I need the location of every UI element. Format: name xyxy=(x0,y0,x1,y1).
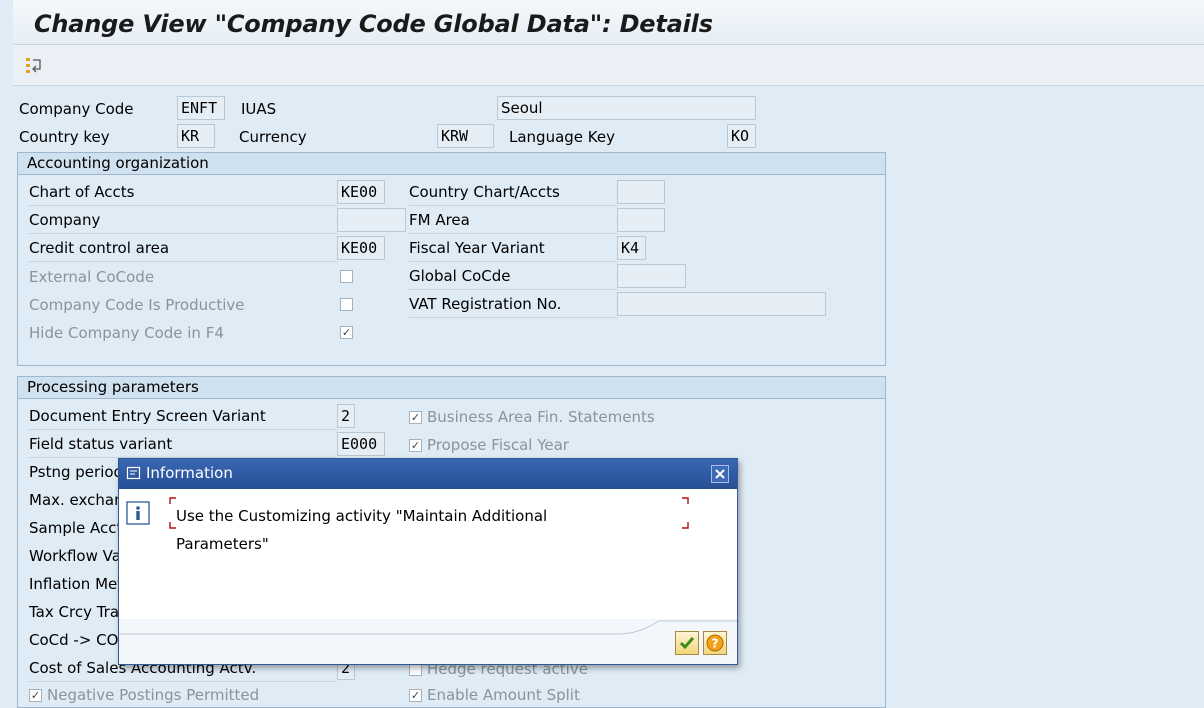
dialog-footer: ? xyxy=(119,619,737,664)
global-cocde-field[interactable] xyxy=(617,264,686,288)
hide-company-code-f4-label: Hide Company Code in F4 xyxy=(29,324,224,342)
country-key-label: Country key xyxy=(19,128,110,146)
page-title: Change View "Company Code Global Data": … xyxy=(34,10,713,38)
vat-registration-label: VAT Registration No. xyxy=(409,295,617,318)
currency-label: Currency xyxy=(239,128,307,146)
vat-registration-field[interactable] xyxy=(617,292,826,316)
company-code-productive-label: Company Code Is Productive xyxy=(29,296,245,314)
credit-control-area-field[interactable]: KE00 xyxy=(337,236,385,260)
language-key-field[interactable]: KO xyxy=(727,124,756,148)
field-status-variant-label: Field status variant xyxy=(29,435,337,458)
country-chart-accts-label: Country Chart/Accts xyxy=(409,183,617,206)
doc-entry-screen-variant-field[interactable]: 2 xyxy=(337,404,355,428)
confirm-button[interactable] xyxy=(675,631,699,655)
country-key-field[interactable]: KR xyxy=(177,124,215,148)
company-label: Company xyxy=(29,211,337,234)
enable-amount-split-label: Enable Amount Split xyxy=(427,686,580,704)
language-key-label: Language Key xyxy=(509,128,615,146)
currency-field[interactable]: KRW xyxy=(437,124,494,148)
fiscal-year-variant-field[interactable]: K4 xyxy=(617,236,646,260)
company-name-text: IUAS xyxy=(241,100,277,118)
chart-of-accts-label: Chart of Accts xyxy=(29,183,337,206)
group-header: Processing parameters xyxy=(18,377,885,399)
workflow-variant-label: Workflow Va xyxy=(29,547,121,565)
city-field[interactable]: Seoul xyxy=(497,96,756,120)
doc-entry-screen-variant-label: Document Entry Screen Variant xyxy=(29,407,337,430)
propose-fiscal-year-label: Propose Fiscal Year xyxy=(427,436,569,454)
fm-area-label: FM Area xyxy=(409,211,617,234)
external-cocode-checkbox[interactable] xyxy=(340,270,353,283)
tax-crcy-translation-label: Tax Crcy Tra xyxy=(29,603,120,621)
dialog-title-bar[interactable]: Information xyxy=(119,459,737,489)
inflation-method-label: Inflation Met xyxy=(29,575,124,593)
external-cocode-label: External CoCode xyxy=(29,268,155,286)
global-cocde-label: Global CoCde xyxy=(409,267,617,290)
help-icon: ? xyxy=(706,634,724,652)
company-code-label: Company Code xyxy=(19,100,134,118)
sample-acct-label: Sample Acct xyxy=(29,519,123,537)
svg-text:?: ? xyxy=(712,637,719,651)
cocd-co-label: CoCd -> CO xyxy=(29,631,119,649)
hide-company-code-f4-checkbox[interactable]: ✓ xyxy=(340,326,353,339)
negative-postings-label: Negative Postings Permitted xyxy=(47,686,260,704)
details-toggle-icon[interactable] xyxy=(25,56,45,76)
checkmark-icon xyxy=(679,637,695,650)
group-title: Processing parameters xyxy=(27,378,199,396)
group-header: Accounting organization xyxy=(18,153,885,175)
country-chart-accts-field[interactable] xyxy=(617,180,665,204)
business-area-checkbox[interactable]: ✓ xyxy=(409,411,422,424)
enable-amount-split-checkbox[interactable]: ✓ xyxy=(409,689,422,702)
title-bar: Change View "Company Code Global Data": … xyxy=(13,0,1204,45)
credit-control-area-label: Credit control area xyxy=(29,239,337,262)
dialog-title: Information xyxy=(146,464,233,482)
help-button[interactable]: ? xyxy=(703,631,727,655)
company-code-productive-checkbox[interactable] xyxy=(340,298,353,311)
pstng-period-label: Pstng period xyxy=(29,463,124,481)
fm-area-field[interactable] xyxy=(617,208,665,232)
application-toolbar xyxy=(13,45,1204,86)
negative-postings-checkbox[interactable]: ✓ xyxy=(29,689,42,702)
footer-separator xyxy=(119,620,737,635)
dialog-message: Use the Customizing activity "Maintain A… xyxy=(176,507,548,553)
window-icon xyxy=(126,465,142,481)
company-code-field[interactable]: ENFT xyxy=(177,96,225,120)
max-exchange-label: Max. exchan xyxy=(29,491,124,509)
field-status-variant-field[interactable]: E000 xyxy=(337,432,385,456)
information-dialog: Information Use the Customizing activity… xyxy=(118,458,738,665)
chart-of-accts-field[interactable]: KE00 xyxy=(337,180,385,204)
close-icon[interactable] xyxy=(711,465,729,483)
group-title: Accounting organization xyxy=(27,154,209,172)
business-area-label: Business Area Fin. Statements xyxy=(427,408,655,426)
propose-fiscal-year-checkbox[interactable]: ✓ xyxy=(409,439,422,452)
company-field[interactable] xyxy=(337,208,406,232)
fiscal-year-variant-label: Fiscal Year Variant xyxy=(409,239,617,262)
info-icon xyxy=(126,501,150,525)
